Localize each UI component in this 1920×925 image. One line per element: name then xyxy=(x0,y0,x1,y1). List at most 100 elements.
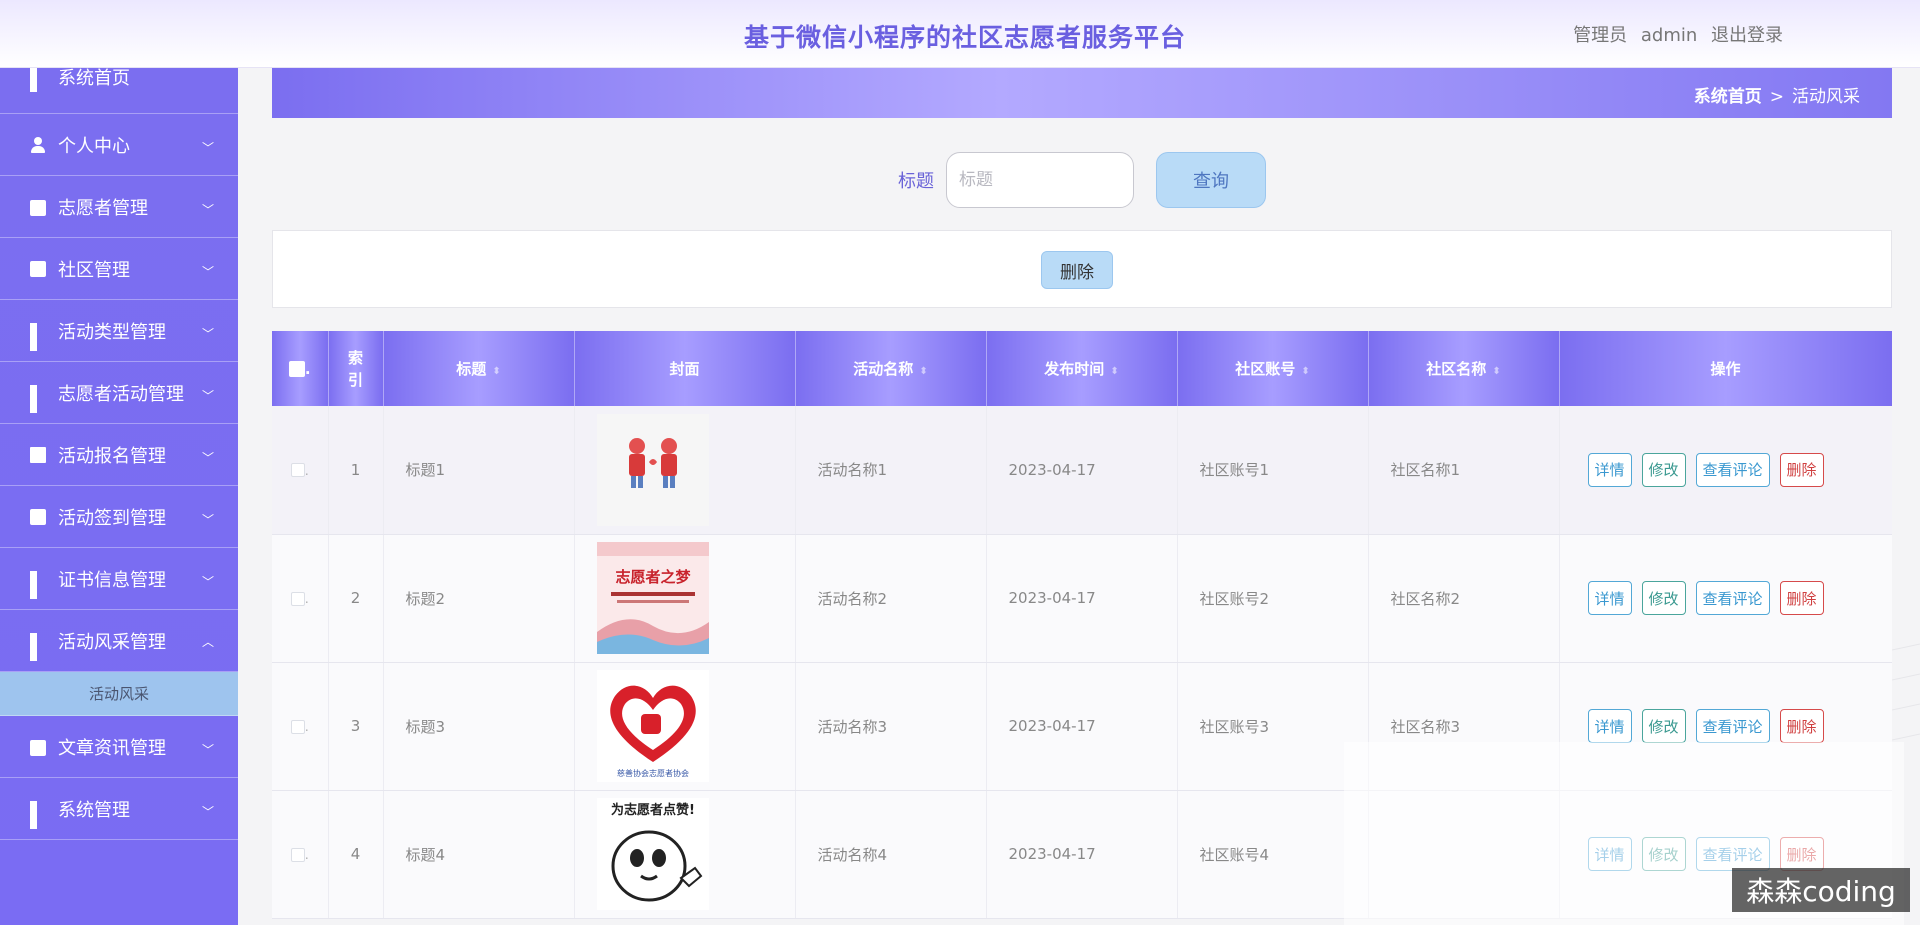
batch-delete-button[interactable]: 删除 xyxy=(1041,251,1113,289)
sidebar: 系统首页 个人中心 ﹀ 志愿者管理 ﹀ 社区管理 ﹀ 活动类型管理 ﹀ 志愿者活… xyxy=(0,68,238,925)
col-account[interactable]: 社区账号 ⬍ xyxy=(1177,331,1369,406)
detail-button[interactable]: 详情 xyxy=(1587,581,1632,615)
logout-link[interactable]: 退出登录 xyxy=(1711,25,1783,46)
query-button[interactable]: 查询 xyxy=(1156,152,1266,208)
watermark: 森森coding xyxy=(1732,868,1910,912)
sidebar-item-system[interactable]: 系统管理 ﹀ xyxy=(0,778,238,840)
col-ops: 操作 xyxy=(1559,331,1892,406)
cell-activity: 活动名称3 xyxy=(795,662,987,791)
col-title[interactable]: 标题 ⬍ xyxy=(383,331,575,406)
cell-cover: 为志愿者点赞! xyxy=(574,790,796,919)
search-label: 标题 xyxy=(898,171,934,192)
view-comments-button[interactable]: 查看评论 xyxy=(1695,452,1770,487)
cell-dot: . xyxy=(304,463,309,478)
row-checkbox[interactable] xyxy=(290,847,305,862)
chevron-down-icon: ﹀ xyxy=(201,450,214,465)
delete-button[interactable]: 删除 xyxy=(1779,709,1824,743)
sidebar-item-label: 个人中心 xyxy=(58,135,130,157)
col-community[interactable]: 社区名称 ⬍ xyxy=(1368,331,1560,406)
sort-icon[interactable]: ⬍ xyxy=(919,366,927,377)
sidebar-item-label: 证书信息管理 xyxy=(58,569,166,591)
breadcrumb-current: 活动风采 xyxy=(1792,87,1860,107)
cell-index: 2 xyxy=(328,534,384,663)
row-checkbox[interactable] xyxy=(290,463,305,478)
sidebar-item-volunteers[interactable]: 志愿者管理 ﹀ xyxy=(0,176,238,238)
cover-meme-text: 为志愿者点赞! xyxy=(611,802,695,818)
sidebar-item-registrations[interactable]: 活动报名管理 ﹀ xyxy=(0,424,238,486)
grid-icon xyxy=(30,322,46,351)
col-activity[interactable]: 活动名称 ⬍ xyxy=(795,331,987,406)
chevron-down-icon: ﹀ xyxy=(201,804,214,819)
sidebar-item-label: 活动风采管理 xyxy=(58,631,166,653)
view-comments-button[interactable]: 查看评论 xyxy=(1695,581,1770,615)
sidebar-item-checkins[interactable]: 活动签到管理 ﹀ xyxy=(0,486,238,548)
col-cover-label: 封面 xyxy=(669,360,700,378)
grid-icon xyxy=(30,632,46,661)
cell-index: 4 xyxy=(328,790,384,919)
sidebar-item-activity-types[interactable]: 活动类型管理 ﹀ xyxy=(0,300,238,362)
cell-date: 2023-04-17 xyxy=(986,662,1178,791)
sidebar-item-label: 文章资讯管理 xyxy=(58,737,166,759)
sidebar-item-volunteer-activities[interactable]: 志愿者活动管理 ﹀ xyxy=(0,362,238,424)
sort-icon[interactable]: ⬍ xyxy=(1492,366,1500,377)
sort-icon[interactable]: ⬍ xyxy=(492,366,500,377)
row-actions: 详情 修改 查看评论 删除 xyxy=(1560,452,1892,487)
sidebar-item-profile[interactable]: 个人中心 ﹀ xyxy=(0,114,238,176)
grid-icon xyxy=(30,68,46,92)
breadcrumb-home[interactable]: 系统首页 xyxy=(1694,87,1762,107)
top-header: 基于微信小程序的社区志愿者服务平台 管理员 admin 退出登录 xyxy=(0,0,1920,68)
row-select-cell[interactable]: . xyxy=(272,662,329,791)
cell-dot: . xyxy=(304,848,309,862)
clipboard-icon xyxy=(30,508,46,525)
search-form: 标题 查询 xyxy=(898,152,1266,208)
sort-icon[interactable]: ⬍ xyxy=(1301,366,1309,377)
col-date[interactable]: 发布时间 ⬍ xyxy=(986,331,1178,406)
sidebar-item-home[interactable]: 系统首页 xyxy=(0,68,238,114)
cover-image-poster: 志愿者之梦 xyxy=(596,542,709,654)
briefcase-icon xyxy=(30,200,46,216)
chevron-down-icon: ﹀ xyxy=(201,264,214,279)
edit-button[interactable]: 修改 xyxy=(1641,581,1686,615)
sidebar-item-community[interactable]: 社区管理 ﹀ xyxy=(0,238,238,300)
sidebar-subitem-showcase[interactable]: 活动风采 xyxy=(0,672,238,716)
col-cover: 封面 xyxy=(574,331,796,406)
sidebar-item-articles[interactable]: 文章资讯管理 ﹀ xyxy=(0,716,238,778)
col-account-label: 社区账号 xyxy=(1235,360,1296,378)
select-all-cell[interactable]: . xyxy=(272,331,329,406)
cell-activity: 活动名称4 xyxy=(795,790,987,919)
action-bar: 删除 xyxy=(272,230,1892,308)
chevron-down-icon: ﹀ xyxy=(201,202,214,217)
row-checkbox[interactable] xyxy=(290,591,305,606)
breadcrumb-separator: > xyxy=(1769,87,1784,107)
col-activity-label: 活动名称 xyxy=(853,360,914,378)
user-area: 管理员 admin 退出登录 xyxy=(1565,21,1783,47)
cell-account: 社区账号1 xyxy=(1177,406,1369,535)
edit-button[interactable]: 修改 xyxy=(1641,709,1686,743)
title-search-input[interactable] xyxy=(946,152,1134,208)
cell-date: 2023-04-17 xyxy=(986,534,1178,663)
row-select-cell[interactable]: . xyxy=(272,534,329,663)
row-select-cell[interactable]: . xyxy=(272,406,329,535)
breadcrumb: 系统首页 > 活动风采 xyxy=(1694,82,1860,107)
cell-index: 3 xyxy=(328,662,384,791)
sidebar-item-label: 系统管理 xyxy=(58,799,130,821)
row-actions: 详情 修改 查看评论 删除 xyxy=(1560,581,1892,615)
detail-button[interactable]: 详情 xyxy=(1587,452,1632,487)
table-row: . 1 标题1 活动名称1 2023-04-17 社区账号1 社区名称1 详情 … xyxy=(272,406,1892,535)
user-icon xyxy=(30,136,46,153)
delete-button[interactable]: 删除 xyxy=(1779,581,1824,615)
row-select-cell[interactable]: . xyxy=(272,790,329,919)
view-comments-button[interactable]: 查看评论 xyxy=(1695,709,1770,743)
sort-icon[interactable]: ⬍ xyxy=(1110,366,1118,377)
cell-ops: 详情 修改 查看评论 删除 xyxy=(1559,406,1892,535)
select-all-checkbox[interactable] xyxy=(288,361,305,377)
col-title-label: 标题 xyxy=(456,360,487,378)
sidebar-item-activity-showcase[interactable]: 活动风采管理 ︿ xyxy=(0,610,238,672)
delete-button[interactable]: 删除 xyxy=(1779,452,1824,487)
cell-account: 社区账号2 xyxy=(1177,534,1369,663)
detail-button[interactable]: 详情 xyxy=(1587,709,1632,743)
row-checkbox[interactable] xyxy=(290,719,305,734)
edit-button[interactable]: 修改 xyxy=(1641,452,1686,487)
sidebar-item-certificates[interactable]: 证书信息管理 ﹀ xyxy=(0,548,238,610)
cell-cover: 志愿者之梦 xyxy=(574,534,796,663)
